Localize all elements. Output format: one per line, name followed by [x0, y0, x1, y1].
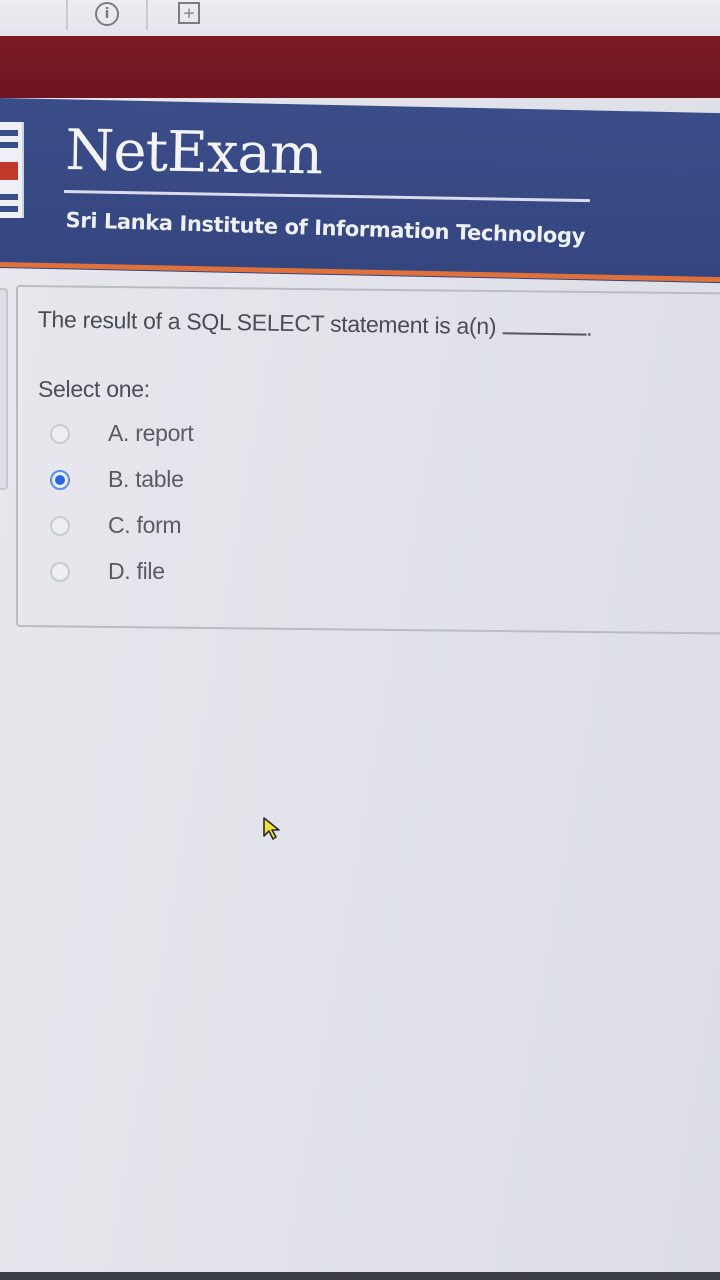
option-label[interactable]: D. file — [108, 558, 165, 585]
browser-toolbar: i + — [0, 0, 720, 36]
option-label[interactable]: B. table — [108, 466, 184, 493]
toolbar-divider — [66, 0, 68, 30]
maroon-band — [0, 36, 720, 98]
option-b[interactable]: B. table — [48, 466, 348, 496]
option-label[interactable]: A. report — [108, 420, 194, 447]
select-prompt: Select one: — [38, 376, 150, 402]
answer-blank — [502, 314, 587, 336]
radio-button[interactable] — [50, 562, 70, 582]
radio-button[interactable] — [50, 516, 70, 536]
option-d[interactable]: D. file — [48, 558, 348, 588]
institute-logo — [0, 122, 24, 218]
screen-bezel — [0, 1272, 720, 1280]
site-brand: NetExam — [64, 118, 323, 188]
mouse-pointer-icon — [263, 817, 280, 840]
radio-button-selected[interactable] — [50, 470, 70, 490]
option-label[interactable]: C. form — [108, 512, 182, 539]
new-tab-icon[interactable]: + — [177, 2, 201, 24]
question-suffix: . — [586, 314, 593, 341]
question-info-tab — [0, 288, 8, 490]
radio-button[interactable] — [50, 424, 70, 444]
info-icon[interactable]: i — [92, 2, 122, 26]
option-c[interactable]: C. form — [48, 512, 348, 542]
option-a[interactable]: A. report — [48, 420, 348, 450]
toolbar-divider — [146, 0, 148, 30]
